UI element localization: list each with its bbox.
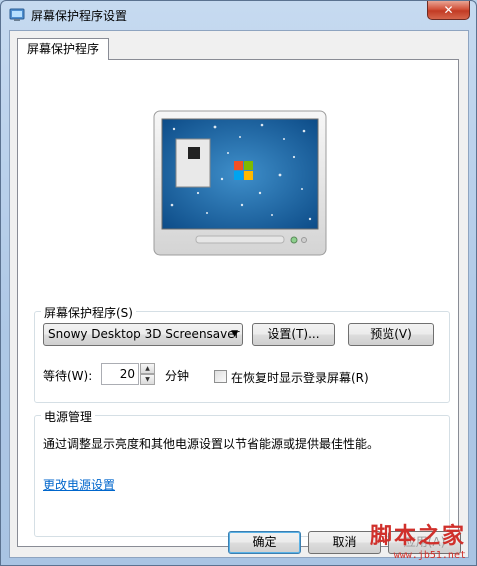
tab-screensaver[interactable]: 屏幕保护程序 bbox=[17, 38, 109, 60]
ok-button[interactable]: 确定 bbox=[228, 531, 301, 554]
window-title: 屏幕保护程序设置 bbox=[31, 9, 128, 23]
change-power-settings-link[interactable]: 更改电源设置 bbox=[43, 476, 115, 493]
settings-button[interactable]: 设置(T)... bbox=[252, 323, 335, 346]
wait-minutes-input[interactable]: 20 bbox=[101, 363, 139, 385]
spin-up-icon[interactable]: ▲ bbox=[140, 363, 155, 374]
dialog-client: 屏幕保护程序 屏幕保护程序(S) Snowy Desktop 3D Screen… bbox=[9, 30, 469, 558]
wait-label: 等待(W): bbox=[43, 369, 93, 383]
minutes-label: 分钟 bbox=[165, 369, 190, 383]
resume-checkbox-label[interactable]: 在恢复时显示登录屏幕(R) bbox=[231, 369, 369, 386]
close-button[interactable]: ✕ bbox=[427, 1, 470, 20]
power-description: 通过调整显示亮度和其他电源设置以节省能源或提供最佳性能。 bbox=[43, 437, 380, 451]
watermark-url: www.jb51.net bbox=[393, 550, 466, 561]
screensaver-select-value: Snowy Desktop 3D Screensaver bbox=[48, 327, 240, 341]
resume-checkbox[interactable] bbox=[214, 370, 227, 383]
spin-down-icon[interactable]: ▼ bbox=[140, 374, 155, 385]
title-bar[interactable]: 屏幕保护程序设置 ✕ bbox=[1, 1, 476, 29]
preview-button[interactable]: 预览(V) bbox=[348, 323, 434, 346]
tab-panel: 屏幕保护程序(S) Snowy Desktop 3D Screensaver ▼… bbox=[17, 59, 459, 547]
close-icon: ✕ bbox=[443, 3, 454, 17]
chevron-down-icon: ▼ bbox=[231, 329, 238, 339]
monitor-preview bbox=[153, 110, 327, 256]
display-settings-icon bbox=[9, 8, 25, 21]
dialog-window: 屏幕保护程序设置 ✕ 屏幕保护程序 屏幕保护程序(S) Snowy Deskto… bbox=[0, 0, 477, 566]
wait-minutes-stepper[interactable]: ▲ ▼ bbox=[140, 363, 155, 385]
screensaver-select[interactable]: Snowy Desktop 3D Screensaver ▼ bbox=[43, 323, 243, 346]
watermark-text: 脚本之家 bbox=[369, 523, 466, 549]
power-group-label: 电源管理 bbox=[41, 408, 96, 425]
screensaver-group-label: 屏幕保护程序(S) bbox=[41, 304, 136, 321]
watermark: 脚本之家 www.jb51.net bbox=[370, 518, 466, 561]
